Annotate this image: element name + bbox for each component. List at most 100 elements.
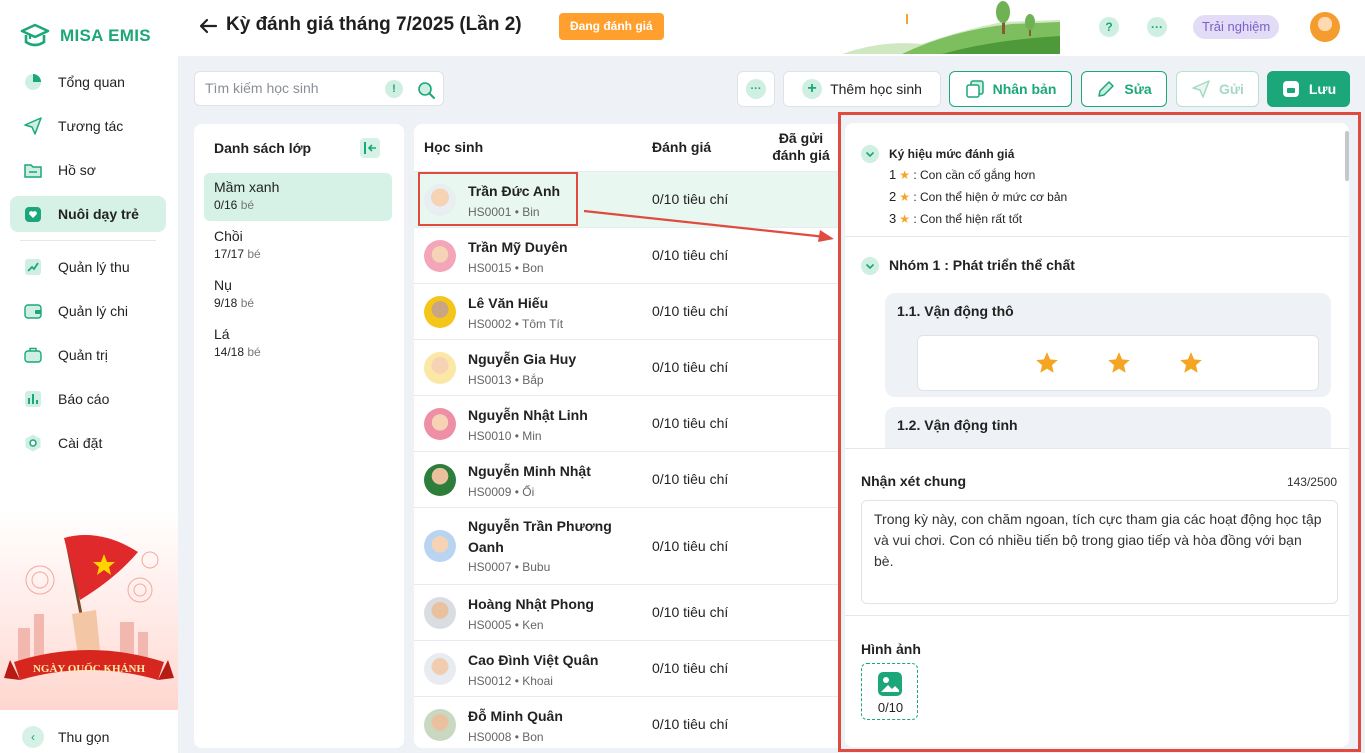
class-list-title: Danh sách lớp — [214, 140, 312, 156]
rating-level-number: 2 — [889, 189, 897, 204]
toolbar-more-button[interactable]: ··· — [737, 71, 775, 107]
image-upload-button[interactable]: 0/10 — [861, 663, 918, 720]
chevron-left-icon: ‹ — [22, 726, 44, 748]
sidebar-item-settings[interactable]: Cài đặt — [10, 425, 166, 461]
duplicate-button[interactable]: Nhân bản — [949, 71, 1072, 107]
briefcase-icon — [22, 344, 44, 366]
class-item-mam-xanh[interactable]: Mầm xanh 0/16 bé — [204, 173, 392, 221]
more-options-icon[interactable]: ··· — [1147, 17, 1167, 37]
chevron-down-icon[interactable] — [861, 145, 879, 163]
table-row[interactable]: Nguyễn Nhật Linh HS0010 • Min 0/10 tiêu … — [414, 395, 844, 451]
table-row[interactable]: Đỗ Minh Quân HS0008 • Bon 0/10 tiêu chí — [414, 696, 844, 748]
class-name: Lá — [214, 326, 230, 342]
pencil-icon — [1098, 81, 1115, 97]
image-count: 0/10 — [877, 700, 904, 715]
class-item-choi[interactable]: Chồi 17/17 bé — [204, 222, 392, 270]
evaluation-panel: Ký hiệu mức đánh giá 1 ★ : Con cần cố gắn… — [838, 112, 1361, 752]
add-student-label: Thêm học sinh — [830, 81, 922, 97]
sidebar-item-admin[interactable]: Quản trị — [10, 337, 166, 373]
chevron-down-icon[interactable] — [861, 257, 879, 275]
divider — [845, 236, 1349, 237]
class-count-unit: bé — [247, 345, 261, 359]
status-badge: Đang đánh giá — [559, 13, 664, 40]
student-name: Nguyễn Minh Nhật — [468, 463, 591, 479]
column-header-sent: Đã gửi đánh giá — [772, 130, 830, 163]
class-count: 14/18 — [214, 345, 245, 359]
student-code: HS0002 • Tôm Tít — [468, 317, 564, 331]
table-row[interactable]: Nguyễn Gia Huy HS0013 • Bắp 0/10 tiêu ch… — [414, 339, 844, 395]
table-row[interactable]: Nguyễn Trần Phương Oanh HS0007 • Bubu 0/… — [414, 507, 844, 584]
sidebar-item-label: Cài đặt — [58, 435, 103, 451]
star-rating-3[interactable] — [1178, 350, 1204, 376]
student-avatar — [424, 653, 456, 685]
evaluation-progress: 0/10 tiêu chí — [652, 604, 729, 620]
student-name: Hoàng Nhật Phong — [468, 596, 594, 612]
rating-legend-item: 1 ★ : Con cần cố gắng hơn — [889, 167, 1035, 182]
sidebar-item-reports[interactable]: Báo cáo — [10, 381, 166, 417]
star-rating-2[interactable] — [1106, 350, 1132, 376]
rating-level-text: : Con thể hiện rất tốt — [913, 212, 1023, 226]
rating-level-number: 3 — [889, 211, 897, 226]
add-student-button[interactable]: + Thêm học sinh — [783, 71, 941, 107]
class-count-unit: bé — [247, 247, 261, 261]
save-button[interactable]: Lưu — [1267, 71, 1350, 107]
sidebar-item-expense[interactable]: Quản lý chi — [10, 293, 166, 329]
scrollbar[interactable] — [1345, 131, 1349, 181]
sidebar-item-label: Quản lý thu — [58, 259, 130, 275]
collapse-sidebar-button[interactable]: ‹ Thu gọn — [22, 726, 109, 748]
class-item-la[interactable]: Lá 14/18 bé — [204, 320, 392, 368]
star-rating-1[interactable] — [1034, 350, 1060, 376]
edit-button[interactable]: Sửa — [1081, 71, 1167, 107]
sidebar-nav: Tổng quan Tương tác Hồ sơ Nuôi dạy trẻ Q… — [10, 64, 166, 469]
star-icon: ★ — [899, 190, 910, 204]
search-box: ! — [194, 71, 444, 106]
class-count-unit: bé — [240, 198, 255, 212]
sidebar-item-overview[interactable]: Tổng quan — [10, 64, 166, 100]
logo[interactable]: MISA EMIS — [18, 22, 151, 50]
sidebar-item-label: Nuôi dạy trẻ — [58, 206, 139, 222]
rating-level-text: : Con cần cố gắng hơn — [913, 168, 1036, 182]
student-avatar — [424, 408, 456, 440]
rating-level-text: : Con thể hiện ở mức cơ bản — [913, 190, 1068, 204]
student-avatar — [424, 240, 456, 272]
class-item-nu[interactable]: Nụ 9/18 bé — [204, 271, 392, 319]
star-icon: ★ — [899, 168, 910, 182]
criterion-title: 1.2. Vận động tinh — [897, 417, 1018, 433]
table-row[interactable]: Hoàng Nhật Phong HS0005 • Ken 0/10 tiêu … — [414, 584, 844, 640]
student-code: HS0010 • Min — [468, 429, 542, 443]
annotation-arrow — [583, 209, 834, 242]
duplicate-label: Nhân bản — [992, 81, 1057, 97]
info-icon[interactable]: ! — [385, 80, 403, 98]
sidebar-item-revenue[interactable]: Quản lý thu — [10, 249, 166, 285]
sidebar-item-profile[interactable]: Hồ sơ — [10, 152, 166, 188]
trial-button[interactable]: Trải nghiệm — [1193, 15, 1280, 39]
column-header-evaluation: Đánh giá — [652, 139, 712, 155]
user-avatar[interactable] — [1310, 12, 1340, 42]
comment-textarea[interactable]: Trong kỳ này, con chăm ngoan, tích cực t… — [861, 500, 1338, 604]
table-row[interactable]: Nguyễn Minh Nhật HS0009 • Ổi 0/10 tiêu c… — [414, 451, 844, 507]
table-row[interactable]: Lê Văn Hiếu HS0002 • Tôm Tít 0/10 tiêu c… — [414, 283, 844, 339]
rating-legend-title: Ký hiệu mức đánh giá — [889, 147, 1015, 161]
sidebar-item-childcare[interactable]: Nuôi dạy trẻ — [10, 196, 166, 232]
wallet-icon — [22, 300, 44, 322]
rating-legend-item: 2 ★ : Con thể hiện ở mức cơ bản — [889, 189, 1067, 204]
table-row[interactable]: Cao Đình Việt Quân HS0012 • Khoai 0/10 t… — [414, 640, 844, 696]
student-code: HS0015 • Bon — [468, 261, 544, 275]
search-input[interactable] — [205, 80, 375, 96]
student-name: Đỗ Minh Quân — [468, 708, 563, 724]
sidebar-item-label: Tổng quan — [58, 74, 125, 90]
divider — [845, 615, 1349, 616]
trend-icon — [22, 256, 44, 278]
send-button[interactable]: Gửi — [1176, 71, 1259, 107]
class-name: Nụ — [214, 277, 232, 293]
help-icon[interactable]: ? — [1099, 17, 1119, 37]
collapse-panel-icon[interactable] — [360, 138, 380, 158]
evaluation-progress: 0/10 tiêu chí — [652, 716, 729, 732]
student-avatar — [424, 709, 456, 741]
selected-student-highlight — [418, 172, 578, 226]
bar-chart-icon — [22, 388, 44, 410]
search-icon[interactable] — [416, 80, 436, 100]
sidebar-item-label: Hồ sơ — [58, 162, 96, 178]
back-arrow-icon[interactable] — [196, 14, 220, 38]
sidebar-item-interaction[interactable]: Tương tác — [10, 108, 166, 144]
